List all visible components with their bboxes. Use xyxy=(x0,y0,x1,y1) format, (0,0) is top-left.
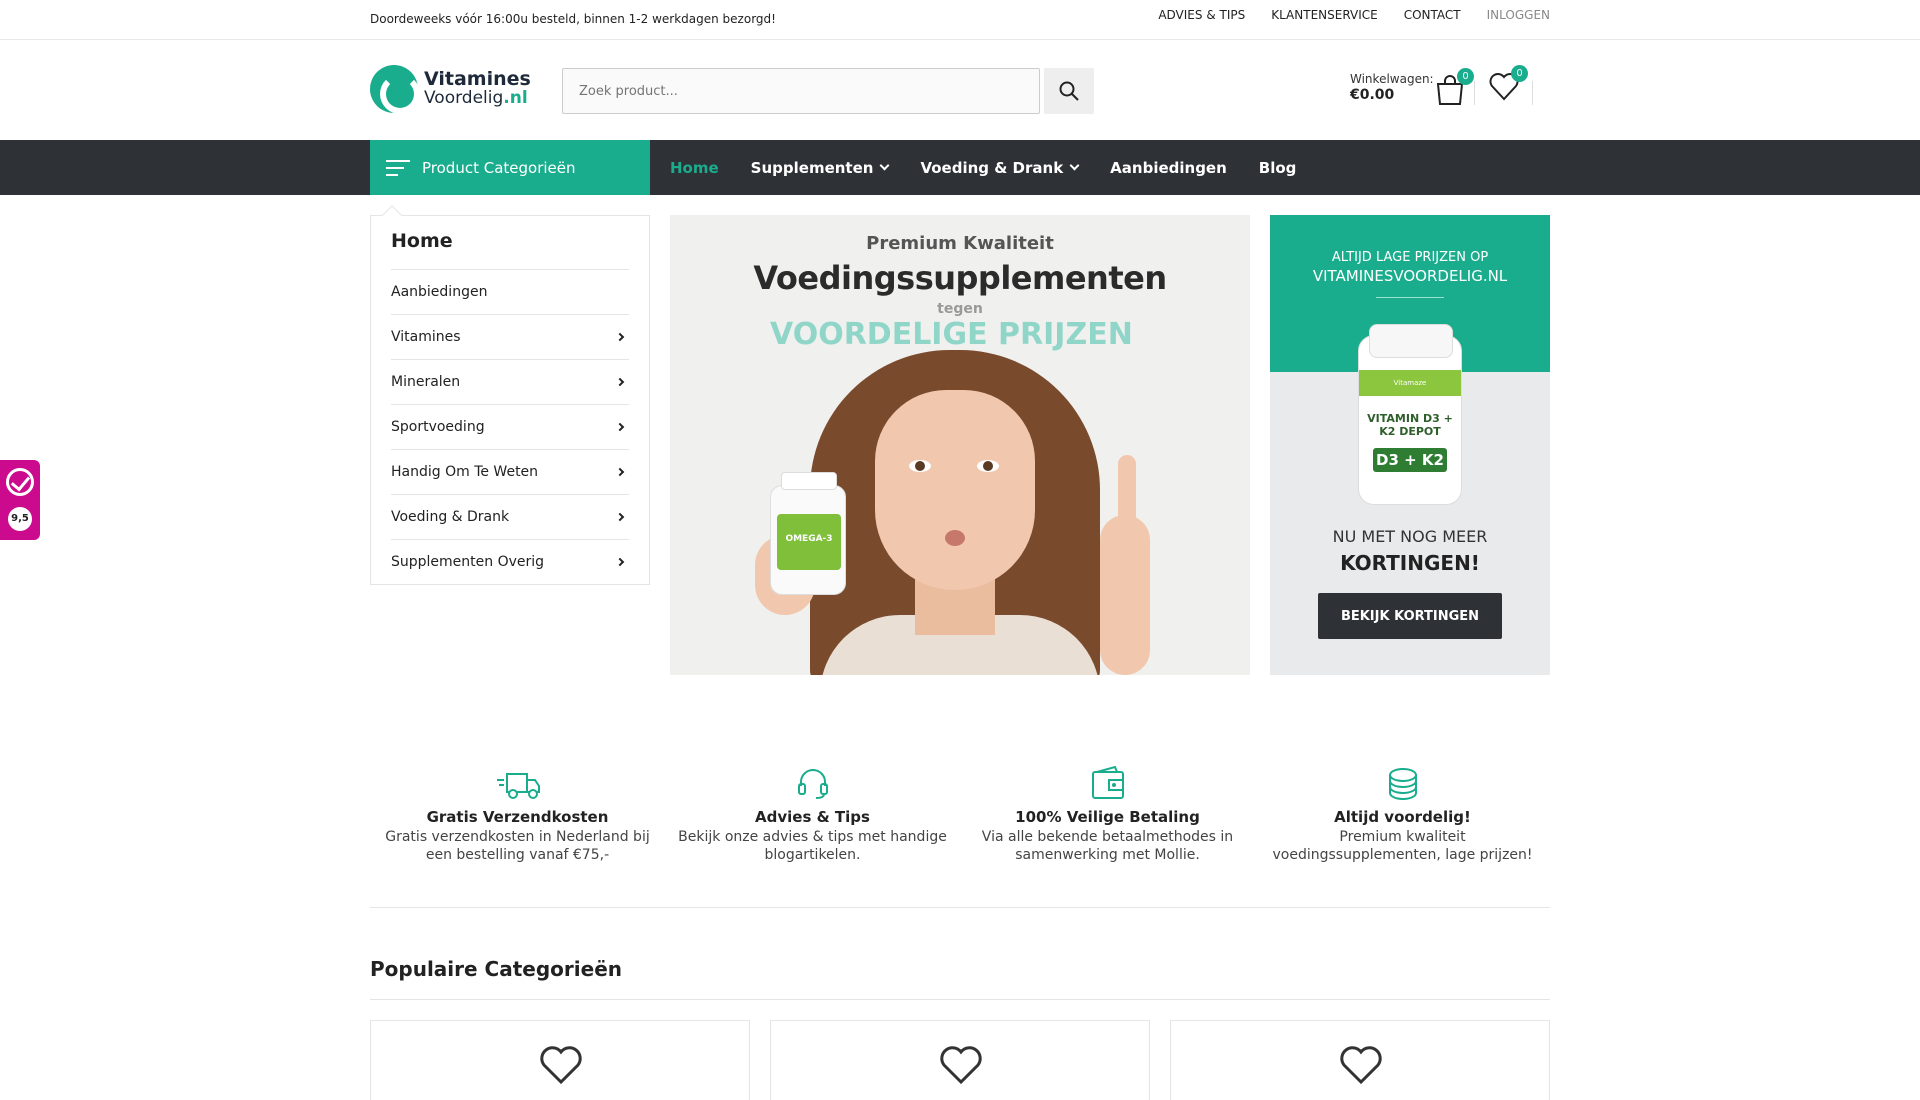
feature-title: 100% Veilige Betaling xyxy=(1015,808,1200,826)
feature-secure-payment: 100% Veilige Betaling Via alle bekende b… xyxy=(960,760,1255,907)
feature-desc: Premium kwaliteit voedingssupplementen, … xyxy=(1272,829,1533,863)
divider xyxy=(1532,81,1533,105)
delivery-message: Doordeweeks vóór 16:00u besteld, binnen … xyxy=(370,12,776,26)
chevron-right-icon xyxy=(615,377,625,387)
logo-mark-icon xyxy=(370,65,420,114)
top-link-advies[interactable]: ADVIES & TIPS xyxy=(1158,8,1245,22)
feature-advies: Advies & Tips Bekijk onze advies & tips … xyxy=(665,760,960,907)
eye xyxy=(909,460,931,472)
top-bar: Doordeweeks vóór 16:00u besteld, binnen … xyxy=(0,0,1920,40)
feature-title: Gratis Verzendkosten xyxy=(426,808,609,826)
promo-line-1: ALTIJD LAGE PRIJZEN OP xyxy=(1331,250,1489,265)
top-link-contact[interactable]: CONTACT xyxy=(1404,8,1461,22)
main-nav: Product Categorieën Home Supplementen Vo… xyxy=(0,140,1920,195)
product-categories-label: Product Categorieën xyxy=(422,158,576,177)
hero-supplement-bottle: OMEGA-3 xyxy=(770,472,846,595)
heart-icon xyxy=(540,1046,582,1085)
promo-line-2: VITAMINESVOORDELIG.NL xyxy=(1312,267,1508,285)
feature-title: Altijd voordelig! xyxy=(1334,808,1471,826)
chevron-down-icon xyxy=(880,160,890,171)
chevron-right-icon xyxy=(615,332,625,342)
site-logo[interactable]: Vitamines Voordelig.nl xyxy=(370,65,531,114)
category-home-title[interactable]: Home xyxy=(391,230,453,252)
features-row: Gratis Verzendkosten Gratis verzendkoste… xyxy=(370,760,1550,908)
top-link-inloggen[interactable]: INLOGGEN xyxy=(1487,8,1550,22)
category-card[interactable] xyxy=(370,1020,750,1100)
category-card[interactable] xyxy=(770,1020,1150,1100)
bekijk-kortingen-button[interactable]: BEKIJK KORTINGEN xyxy=(1318,593,1502,639)
promo-line-3: NU MET NOG MEER xyxy=(1332,527,1488,546)
nav-item-home[interactable]: Home xyxy=(670,159,719,177)
search-button[interactable] xyxy=(1044,68,1094,114)
feature-altijd-voordelig: Altijd voordelig! Premium kwaliteit voed… xyxy=(1255,760,1550,907)
product-categories-button[interactable]: Product Categorieën xyxy=(370,140,650,195)
feature-free-shipping: Gratis Verzendkosten Gratis verzendkoste… xyxy=(370,760,665,907)
chevron-right-icon xyxy=(615,422,625,432)
dropdown-caret xyxy=(382,205,402,225)
logo-text-1: Vitamines xyxy=(424,68,531,90)
category-item-mineralen[interactable]: Mineralen xyxy=(391,359,629,404)
top-link-klantenservice[interactable]: KLANTENSERVICE xyxy=(1271,8,1378,22)
feature-desc: Bekijk onze advies & tips met handige bl… xyxy=(678,829,947,863)
wishlist-count-badge: 0 xyxy=(1511,65,1528,82)
category-item-aanbiedingen[interactable]: Aanbiedingen xyxy=(391,269,629,314)
divider xyxy=(1474,81,1475,105)
hero-woman-face xyxy=(875,390,1035,590)
divider xyxy=(370,999,1550,1000)
heart-icon xyxy=(1340,1046,1382,1085)
truck-icon xyxy=(496,773,540,799)
promo-line-4: KORTINGEN! xyxy=(1340,551,1480,575)
cart-count-badge: 0 xyxy=(1457,68,1474,85)
rating-widget[interactable]: 9,5 xyxy=(0,460,40,540)
category-item-handig[interactable]: Handig Om Te Weten xyxy=(391,449,629,494)
nav-item-blog[interactable]: Blog xyxy=(1259,159,1297,177)
feature-desc: Via alle bekende betaalmethodes in samen… xyxy=(981,829,1234,863)
rating-score: 9,5 xyxy=(8,507,32,531)
search-icon xyxy=(1059,81,1079,101)
promo-divider xyxy=(1376,297,1444,298)
chevron-down-icon xyxy=(1069,160,1080,171)
chevron-right-icon xyxy=(615,512,625,522)
chevron-right-icon xyxy=(615,467,625,477)
category-card[interactable] xyxy=(1170,1020,1550,1100)
chevron-right-icon xyxy=(615,557,625,567)
hero-banner[interactable]: OMEGA-3 Premium Kwaliteit Voedingssupple… xyxy=(670,215,1250,675)
coins-icon xyxy=(1388,768,1417,800)
heart-icon xyxy=(940,1046,982,1085)
category-item-sportvoeding[interactable]: Sportvoeding xyxy=(391,404,629,449)
category-item-vitamines[interactable]: Vitamines xyxy=(391,314,629,359)
hero-line-1: Premium Kwaliteit xyxy=(866,233,1054,254)
rating-check-icon xyxy=(6,468,34,496)
popular-categories-title: Populaire Categorieën xyxy=(370,957,622,981)
promo-banner: ALTIJD LAGE PRIJZEN OP VITAMINESVOORDELI… xyxy=(1270,215,1550,675)
cart-amount: €0.00 xyxy=(1350,87,1395,103)
cart-label: Winkelwagen: xyxy=(1350,72,1434,86)
top-links: ADVIES & TIPS KLANTENSERVICE CONTACT INL… xyxy=(1158,8,1550,22)
mouth xyxy=(945,530,965,546)
header: Vitamines Voordelig.nl Winkelwagen: €0.0… xyxy=(0,41,1920,139)
cart-button[interactable]: 0 xyxy=(1434,68,1474,108)
wishlist-button[interactable]: 0 xyxy=(1488,65,1528,105)
eye xyxy=(977,460,999,472)
category-dropdown: Home Aanbiedingen Vitamines Mineralen Sp… xyxy=(370,205,650,585)
menu-icon xyxy=(386,155,410,181)
search-box xyxy=(562,68,1040,114)
nav-item-supplementen[interactable]: Supplementen xyxy=(751,159,890,177)
search-input[interactable] xyxy=(563,69,1039,113)
hero-line-2: Voedingssupplementen xyxy=(753,259,1167,297)
promo-supplement-bottle: Vitamaze VITAMIN D3 + K2 DEPOT D3 + K2 xyxy=(1358,324,1462,505)
nav-item-aanbiedingen[interactable]: Aanbiedingen xyxy=(1110,159,1227,177)
wallet-icon xyxy=(1091,766,1124,799)
headset-icon xyxy=(797,769,828,799)
logo-text-2: Voordelig.nl xyxy=(424,88,528,108)
feature-title: Advies & Tips xyxy=(755,808,870,826)
hero-line-3: tegen xyxy=(937,301,983,317)
cart-summary[interactable]: Winkelwagen: €0.00 xyxy=(1350,71,1434,103)
hero-line-4: VOORDELIGE PRIJZEN xyxy=(770,317,1133,352)
pointing-hand xyxy=(1100,515,1150,675)
category-item-voeding-drank[interactable]: Voeding & Drank xyxy=(391,494,629,539)
category-item-supplementen-overig[interactable]: Supplementen Overig xyxy=(391,539,629,584)
nav-item-voeding-drank[interactable]: Voeding & Drank xyxy=(920,159,1080,177)
feature-desc: Gratis verzendkosten in Nederland bij ee… xyxy=(385,829,650,863)
